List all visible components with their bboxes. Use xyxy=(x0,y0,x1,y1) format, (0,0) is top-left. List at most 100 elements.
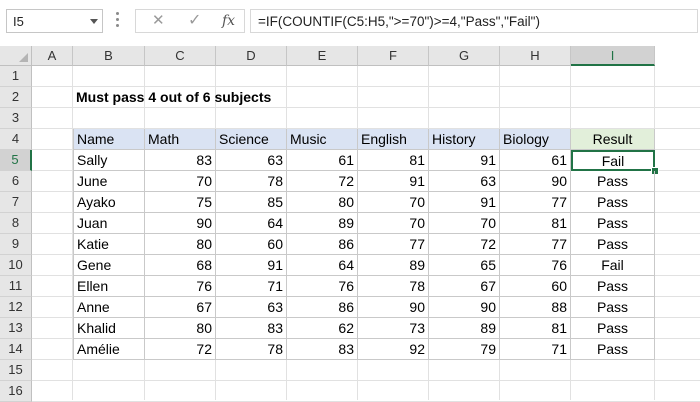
score-cell[interactable]: 72 xyxy=(287,171,358,192)
score-cell[interactable]: 83 xyxy=(287,339,358,360)
column-header-d[interactable]: D xyxy=(216,46,287,66)
row-header-14[interactable]: 14 xyxy=(0,339,32,360)
insert-function-icon[interactable]: fx xyxy=(222,10,235,32)
score-cell[interactable]: 76 xyxy=(145,276,216,297)
result-cell[interactable]: Pass xyxy=(571,192,655,213)
row-header-3[interactable]: 3 xyxy=(0,108,32,129)
enter-icon[interactable]: ✓ xyxy=(188,10,201,32)
score-cell[interactable]: 91 xyxy=(429,150,500,171)
score-cell[interactable]: 89 xyxy=(358,255,429,276)
student-name[interactable]: Ellen xyxy=(73,276,145,297)
score-cell[interactable]: 76 xyxy=(287,276,358,297)
score-cell[interactable]: 83 xyxy=(145,150,216,171)
student-name[interactable]: Juan xyxy=(73,213,145,234)
row-header-2[interactable]: 2 xyxy=(0,87,32,108)
student-name[interactable]: Katie xyxy=(73,234,145,255)
score-cell[interactable]: 80 xyxy=(145,234,216,255)
score-cell[interactable]: 89 xyxy=(287,213,358,234)
score-cell[interactable]: 63 xyxy=(216,150,287,171)
score-cell[interactable]: 91 xyxy=(429,192,500,213)
student-name[interactable]: Anne xyxy=(73,297,145,318)
column-header-i[interactable]: I xyxy=(571,46,655,66)
row-header-9[interactable]: 9 xyxy=(0,234,32,255)
result-cell[interactable]: Pass xyxy=(571,234,655,255)
row-header-10[interactable]: 10 xyxy=(0,255,32,276)
row-header-11[interactable]: 11 xyxy=(0,276,32,297)
column-header-b[interactable]: B xyxy=(73,46,145,66)
score-cell[interactable]: 72 xyxy=(429,234,500,255)
score-cell[interactable]: 81 xyxy=(358,150,429,171)
score-cell[interactable]: 67 xyxy=(145,297,216,318)
drag-handle-icon[interactable] xyxy=(116,12,119,30)
score-cell[interactable]: 70 xyxy=(429,213,500,234)
score-cell[interactable]: 63 xyxy=(429,171,500,192)
row-header-6[interactable]: 6 xyxy=(0,171,32,192)
active-cell[interactable]: Fail xyxy=(571,150,655,171)
result-cell[interactable]: Pass xyxy=(571,318,655,339)
row-header-16[interactable]: 16 xyxy=(0,381,32,402)
chevron-down-icon[interactable] xyxy=(90,19,98,24)
score-cell[interactable]: 60 xyxy=(216,234,287,255)
result-cell[interactable]: Pass xyxy=(571,171,655,192)
score-cell[interactable]: 90 xyxy=(358,297,429,318)
score-cell[interactable]: 78 xyxy=(216,339,287,360)
column-header-f[interactable]: F xyxy=(358,46,429,66)
student-name[interactable]: June xyxy=(73,171,145,192)
score-cell[interactable]: 61 xyxy=(500,150,571,171)
student-name[interactable]: Ayako xyxy=(73,192,145,213)
score-cell[interactable]: 78 xyxy=(358,276,429,297)
score-cell[interactable]: 80 xyxy=(287,192,358,213)
score-cell[interactable]: 90 xyxy=(500,171,571,192)
score-cell[interactable]: 75 xyxy=(145,192,216,213)
row-header-4[interactable]: 4 xyxy=(0,129,32,150)
cancel-icon[interactable]: ✕ xyxy=(152,10,165,32)
student-name[interactable]: Khalid xyxy=(73,318,145,339)
result-cell[interactable]: Pass xyxy=(571,297,655,318)
score-cell[interactable]: 64 xyxy=(287,255,358,276)
score-cell[interactable]: 70 xyxy=(358,213,429,234)
score-cell[interactable]: 77 xyxy=(500,192,571,213)
score-cell[interactable]: 65 xyxy=(429,255,500,276)
row-header-5[interactable]: 5 xyxy=(0,150,32,171)
score-cell[interactable]: 91 xyxy=(216,255,287,276)
table-header-biology[interactable]: Biology xyxy=(500,129,571,150)
score-cell[interactable]: 89 xyxy=(429,318,500,339)
score-cell[interactable]: 71 xyxy=(216,276,287,297)
score-cell[interactable]: 76 xyxy=(500,255,571,276)
student-name[interactable]: Sally xyxy=(73,150,145,171)
score-cell[interactable]: 85 xyxy=(216,192,287,213)
select-all-button[interactable] xyxy=(0,46,32,66)
score-cell[interactable]: 64 xyxy=(216,213,287,234)
score-cell[interactable]: 60 xyxy=(500,276,571,297)
score-cell[interactable]: 77 xyxy=(358,234,429,255)
formula-input[interactable]: =IF(COUNTIF(C5:H5,">=70")>=4,"Pass","Fai… xyxy=(250,9,698,33)
row-header-12[interactable]: 12 xyxy=(0,297,32,318)
score-cell[interactable]: 77 xyxy=(500,234,571,255)
table-header-result[interactable]: Result xyxy=(571,129,655,150)
score-cell[interactable]: 73 xyxy=(358,318,429,339)
student-name[interactable]: Amélie xyxy=(73,339,145,360)
result-cell[interactable]: Fail xyxy=(571,255,655,276)
column-header-g[interactable]: G xyxy=(429,46,500,66)
sheet-title[interactable]: Must pass 4 out of 6 subjects xyxy=(73,87,373,108)
score-cell[interactable]: 62 xyxy=(287,318,358,339)
score-cell[interactable]: 88 xyxy=(500,297,571,318)
column-header-e[interactable]: E xyxy=(287,46,358,66)
row-header-15[interactable]: 15 xyxy=(0,360,32,381)
score-cell[interactable]: 80 xyxy=(145,318,216,339)
score-cell[interactable]: 70 xyxy=(358,192,429,213)
result-cell[interactable]: Pass xyxy=(571,339,655,360)
score-cell[interactable]: 90 xyxy=(145,213,216,234)
score-cell[interactable]: 63 xyxy=(216,297,287,318)
score-cell[interactable]: 78 xyxy=(216,171,287,192)
result-cell[interactable]: Pass xyxy=(571,276,655,297)
table-header-science[interactable]: Science xyxy=(216,129,287,150)
score-cell[interactable]: 86 xyxy=(287,297,358,318)
row-header-7[interactable]: 7 xyxy=(0,192,32,213)
score-cell[interactable]: 81 xyxy=(500,318,571,339)
table-header-history[interactable]: History xyxy=(429,129,500,150)
score-cell[interactable]: 61 xyxy=(287,150,358,171)
column-header-a[interactable]: A xyxy=(32,46,73,66)
student-name[interactable]: Gene xyxy=(73,255,145,276)
row-header-1[interactable]: 1 xyxy=(0,66,32,87)
